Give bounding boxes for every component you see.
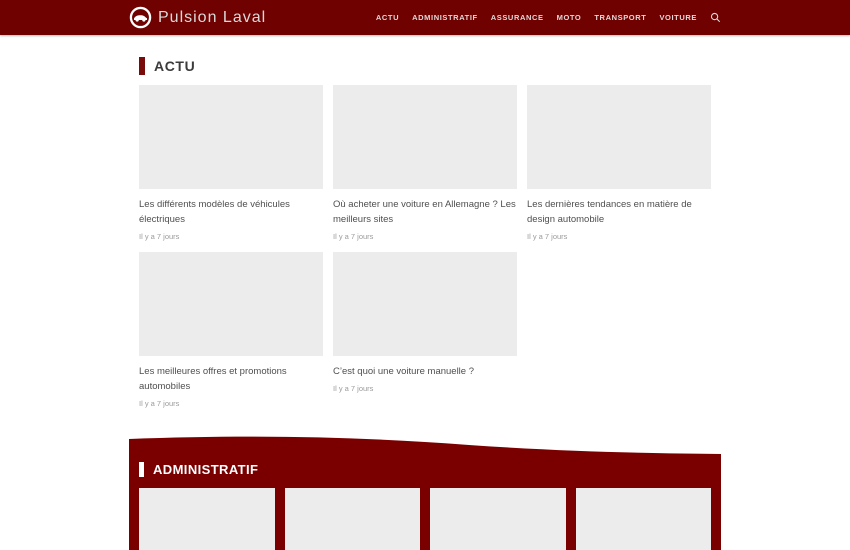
- nav-item[interactable]: ACTU: [376, 13, 399, 22]
- car-logo-icon: [129, 6, 152, 29]
- article-card[interactable]: Les différents modèles de véhicules élec…: [139, 85, 323, 242]
- nav-item[interactable]: MOTO: [557, 13, 582, 22]
- main-nav: ACTU ADMINISTRATIF ASSURANCE MOTO TRANSP…: [376, 13, 697, 22]
- heading-accent-bar: [139, 57, 145, 75]
- article-image-placeholder[interactable]: [333, 85, 517, 189]
- brand-title: Pulsion Laval: [158, 9, 266, 27]
- actu-section-heading: ACTU: [139, 57, 711, 75]
- article-image-placeholder[interactable]: [430, 488, 566, 550]
- administratif-body: ADMINISTRATIF: [129, 456, 721, 550]
- nav-item[interactable]: VOITURE: [659, 13, 697, 22]
- nav-item[interactable]: TRANSPORT: [594, 13, 646, 22]
- article-image-placeholder[interactable]: [139, 252, 323, 356]
- administratif-section: ADMINISTRATIF: [129, 436, 721, 550]
- article-card[interactable]: [139, 488, 275, 550]
- article-card[interactable]: [430, 488, 566, 550]
- site-header: Pulsion Laval ACTU ADMINISTRATIF ASSURAN…: [0, 0, 850, 35]
- actu-article-grid: Les différents modèles de véhicules élec…: [139, 85, 711, 409]
- article-image-placeholder[interactable]: [285, 488, 421, 550]
- article-date: Il y a 7 jours: [333, 231, 517, 242]
- article-date: Il y a 7 jours: [139, 231, 323, 242]
- brand-home-link[interactable]: Pulsion Laval: [129, 6, 266, 29]
- section-wave-top: [129, 436, 721, 456]
- article-date: Il y a 7 jours: [527, 231, 711, 242]
- nav-item[interactable]: ASSURANCE: [491, 13, 544, 22]
- article-title[interactable]: Les différents modèles de véhicules élec…: [139, 197, 323, 227]
- article-card[interactable]: [576, 488, 712, 550]
- article-image-placeholder[interactable]: [576, 488, 712, 550]
- search-button[interactable]: [710, 12, 721, 23]
- article-card[interactable]: Les dernières tendances en matière de de…: [527, 85, 711, 242]
- article-card[interactable]: Les meilleures offres et promotions auto…: [139, 252, 323, 409]
- article-image-placeholder[interactable]: [333, 252, 517, 356]
- article-card[interactable]: Où acheter une voiture en Allemagne ? Le…: [333, 85, 517, 242]
- administratif-heading-label: ADMINISTRATIF: [153, 462, 258, 477]
- nav-item[interactable]: ADMINISTRATIF: [412, 13, 478, 22]
- article-title[interactable]: Où acheter une voiture en Allemagne ? Le…: [333, 197, 517, 227]
- article-title[interactable]: Les dernières tendances en matière de de…: [527, 197, 711, 227]
- article-title[interactable]: Les meilleures offres et promotions auto…: [139, 364, 323, 394]
- article-card[interactable]: C’est quoi une voiture manuelle ? Il y a…: [333, 252, 517, 409]
- heading-accent-bar: [139, 462, 144, 477]
- article-date: Il y a 7 jours: [139, 398, 323, 409]
- article-image-placeholder[interactable]: [527, 85, 711, 189]
- actu-heading-label: ACTU: [154, 58, 195, 74]
- article-date: Il y a 7 jours: [333, 383, 517, 394]
- search-icon: [710, 12, 721, 23]
- article-card[interactable]: [285, 488, 421, 550]
- article-image-placeholder[interactable]: [139, 85, 323, 189]
- administratif-article-grid: [139, 488, 711, 550]
- administratif-section-heading: ADMINISTRATIF: [139, 462, 711, 477]
- article-image-placeholder[interactable]: [139, 488, 275, 550]
- article-title[interactable]: C’est quoi une voiture manuelle ?: [333, 364, 517, 379]
- header-container: Pulsion Laval ACTU ADMINISTRATIF ASSURAN…: [129, 0, 721, 35]
- main-content: ACTU Les différents modèles de véhicules…: [129, 57, 721, 409]
